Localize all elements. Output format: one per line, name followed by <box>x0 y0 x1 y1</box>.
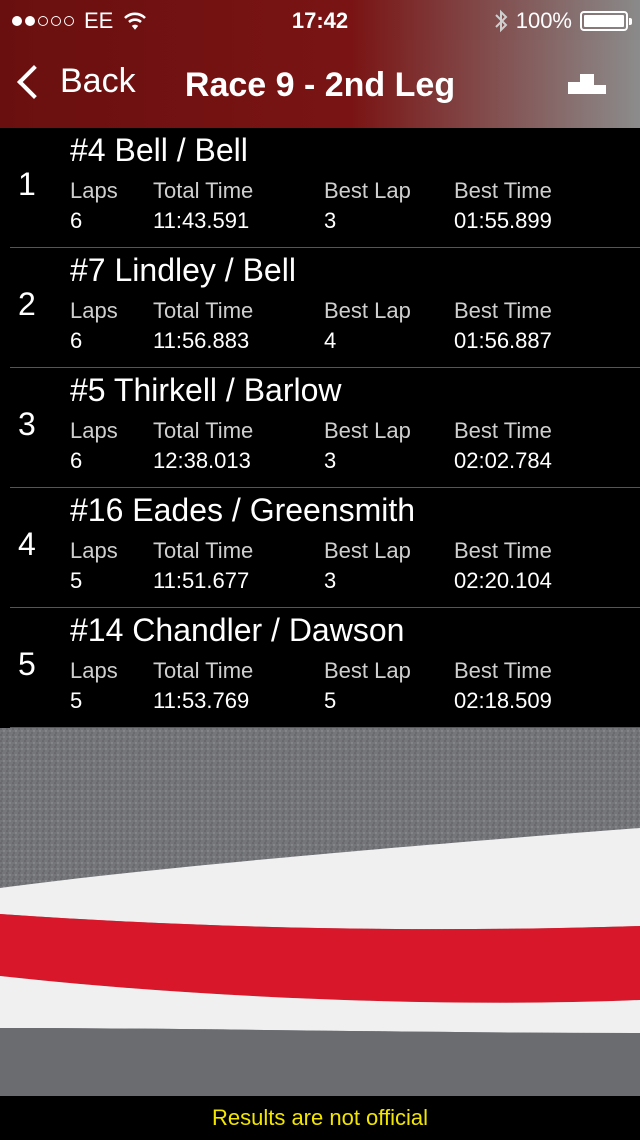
total-time-value: 11:43.591 <box>153 208 250 233</box>
laps-label: Laps <box>70 538 118 563</box>
driver-names: #14 Chandler / Dawson <box>70 612 405 648</box>
position-number: 2 <box>18 286 36 322</box>
result-row[interactable]: 3 #5 Thirkell / Barlow Laps Total Time Best … <box>0 368 640 488</box>
results-notice: Results are not official <box>0 1096 640 1136</box>
total-time-label: Total Time <box>153 658 254 683</box>
total-time-label: Total Time <box>153 418 254 443</box>
best-time-value: 01:55.899 <box>454 208 552 233</box>
position-number: 3 <box>18 406 36 442</box>
result-row[interactable]: 2 #7 Lindley / Bell Laps Total Time Best Lap… <box>0 248 640 368</box>
result-row[interactable]: 5 #14 Chandler / Dawson Laps Total Time Best… <box>0 608 640 728</box>
driver-names: #5 Thirkell / Barlow <box>70 372 342 408</box>
best-time-label: Best Time <box>454 538 552 563</box>
laps-label: Laps <box>70 658 118 683</box>
laps-value: 5 <box>70 568 83 593</box>
track-kerb-image <box>0 728 640 1096</box>
laps-label: Laps <box>70 178 118 203</box>
laps-value: 5 <box>70 688 83 713</box>
navigation-bar: Back Race 9 - 2nd Leg <box>0 40 640 128</box>
battery-icon <box>580 11 632 31</box>
laps-label: Laps <box>70 298 118 323</box>
result-row[interactable]: 4 #16 Eades / Greensmith Laps Total Time Bes… <box>0 488 640 608</box>
best-lap-value: 3 <box>324 208 337 233</box>
best-time-label: Best Time <box>454 298 552 323</box>
status-right: 100% <box>494 8 632 34</box>
total-time-label: Total Time <box>153 178 254 203</box>
total-time-value: 11:53.769 <box>153 688 250 713</box>
best-time-label: Best Time <box>454 178 552 203</box>
best-time-label: Best Time <box>454 658 552 683</box>
best-lap-value: 5 <box>324 688 337 713</box>
best-lap-value: 3 <box>324 448 337 473</box>
position-number: 1 <box>18 166 36 202</box>
best-time-value: 02:20.104 <box>454 568 552 593</box>
best-lap-value: 3 <box>324 568 337 593</box>
bluetooth-icon <box>495 9 508 33</box>
driver-names: #4 Bell / Bell <box>70 132 248 168</box>
best-time-value: 02:18.509 <box>454 688 552 713</box>
best-lap-label: Best Lap <box>324 178 411 203</box>
podium-icon[interactable] <box>568 74 606 94</box>
best-time-value: 02:02.784 <box>454 448 552 473</box>
driver-names: #16 Eades / Greensmith <box>70 492 416 528</box>
kerb-graphic <box>0 728 640 1096</box>
best-time-label: Best Time <box>454 418 552 443</box>
best-time-value: 01:56.887 <box>454 328 552 353</box>
battery-percent: 100% <box>515 8 572 33</box>
total-time-value: 11:56.883 <box>153 328 250 353</box>
laps-value: 6 <box>70 448 83 473</box>
best-lap-label: Best Lap <box>324 538 411 563</box>
best-lap-label: Best Lap <box>324 298 411 323</box>
position-number: 4 <box>18 526 36 562</box>
laps-value: 6 <box>70 208 83 233</box>
best-lap-value: 4 <box>324 328 337 353</box>
total-time-label: Total Time <box>153 298 254 323</box>
status-bar: EE 17:42 100% <box>0 0 640 40</box>
position-number: 5 <box>18 646 36 682</box>
laps-value: 6 <box>70 328 83 353</box>
total-time-label: Total Time <box>153 538 254 563</box>
result-row[interactable]: 1 #4 Bell / Bell Laps Total Time Best Lap Bes… <box>0 128 640 248</box>
driver-names: #7 Lindley / Bell <box>70 252 296 288</box>
results-list: 1 #4 Bell / Bell Laps Total Time Best Lap Bes… <box>0 128 640 728</box>
laps-label: Laps <box>70 418 118 443</box>
total-time-value: 12:38.013 <box>153 448 251 473</box>
best-lap-label: Best Lap <box>324 658 411 683</box>
page-title: Race 9 - 2nd Leg <box>184 66 456 104</box>
total-time-value: 11:51.677 <box>153 568 250 593</box>
best-lap-label: Best Lap <box>324 418 411 443</box>
